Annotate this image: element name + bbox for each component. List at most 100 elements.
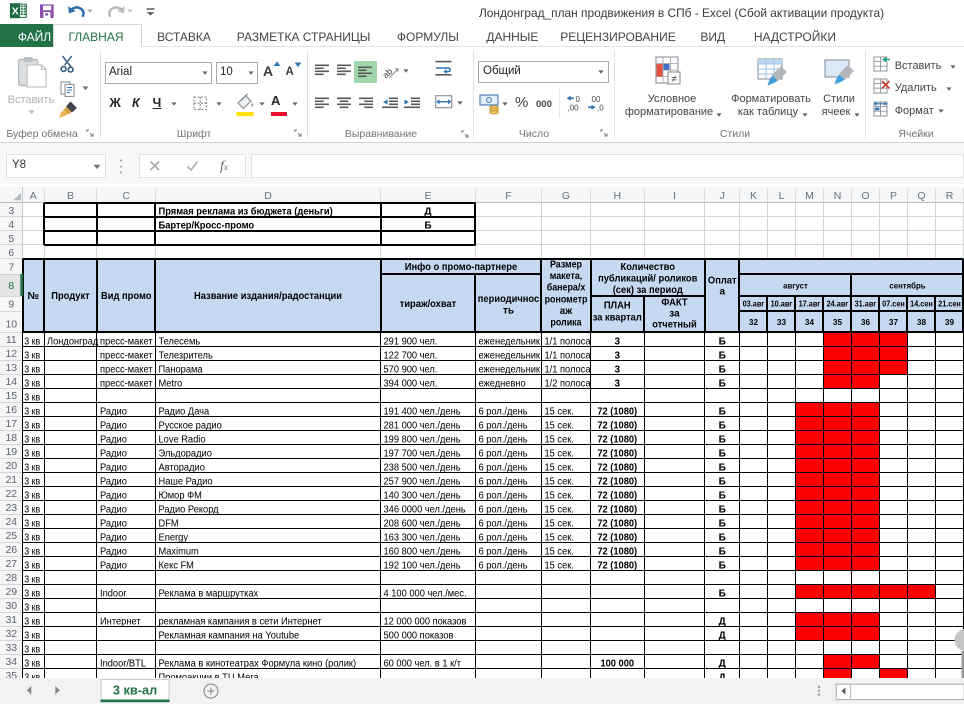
- svg-text:15 сек.: 15 сек.: [544, 504, 573, 515]
- svg-text:1/1 полоса: 1/1 полоса: [544, 364, 590, 375]
- svg-text:J: J: [720, 191, 725, 202]
- svg-text:03.авг: 03.авг: [743, 299, 765, 308]
- svg-text:22: 22: [5, 489, 17, 500]
- svg-text:3: 3: [614, 378, 620, 389]
- svg-text:Б: Б: [719, 434, 726, 445]
- svg-text:D: D: [264, 191, 272, 202]
- svg-text:199 800 чел./день: 199 800 чел./день: [384, 434, 461, 445]
- svg-text:17: 17: [5, 419, 17, 430]
- svg-text:140 300 чел./день: 140 300 чел./день: [384, 490, 461, 501]
- svg-text:ab: ab: [382, 66, 394, 80]
- svg-text:38: 38: [917, 318, 927, 327]
- svg-text:ежедневно: ежедневно: [479, 378, 527, 389]
- svg-text:Радио Дача: Радио Дача: [159, 406, 210, 417]
- svg-text:21: 21: [5, 475, 17, 486]
- svg-text:M: M: [805, 191, 814, 202]
- svg-text:238 500 чел./день: 238 500 чел./день: [384, 462, 461, 473]
- svg-text:15 сек.: 15 сек.: [544, 406, 573, 417]
- svg-text:Б: Б: [719, 546, 726, 557]
- svg-text:17.авг: 17.авг: [799, 299, 821, 308]
- svg-text:72 (1080): 72 (1080): [597, 546, 637, 557]
- svg-text:4: 4: [8, 220, 14, 231]
- svg-text:ФАКТ: ФАКТ: [661, 297, 687, 308]
- svg-text:Радио: Радио: [100, 518, 127, 529]
- svg-text:Реклама в кинотеатрах Формула: Реклама в кинотеатрах Формула кино (роли…: [159, 658, 357, 669]
- svg-text:за квартал: за квартал: [593, 312, 642, 323]
- svg-text:346 0000 чел./день: 346 0000 чел./день: [384, 504, 466, 515]
- svg-text:3: 3: [614, 350, 620, 361]
- svg-text:O: O: [861, 191, 869, 202]
- svg-text:Прямая реклама из бюджета (ден: Прямая реклама из бюджета (деньги): [159, 205, 333, 217]
- svg-text:Авторадио: Авторадио: [159, 462, 206, 473]
- svg-text:26: 26: [5, 545, 17, 556]
- svg-text:291 900 чел.: 291 900 чел.: [384, 336, 438, 347]
- svg-text:Кекс FM: Кекс FM: [159, 560, 194, 571]
- svg-text:37: 37: [889, 318, 899, 327]
- svg-text:6 рол./день: 6 рол./день: [479, 476, 528, 487]
- svg-text:K: K: [750, 191, 757, 202]
- svg-text:I: I: [673, 191, 676, 202]
- svg-text:Д: Д: [719, 616, 726, 627]
- svg-text:3 кв: 3 кв: [24, 448, 40, 459]
- svg-text:27: 27: [5, 559, 17, 570]
- svg-text:3 кв: 3 кв: [24, 644, 40, 655]
- svg-text:рекламная кампания в сети Инте: рекламная кампания в сети Интернет: [159, 616, 322, 627]
- svg-text:R: R: [946, 191, 954, 202]
- svg-text:24.авг: 24.авг: [827, 299, 849, 308]
- svg-text:33: 33: [777, 318, 787, 327]
- svg-text:3 кв: 3 кв: [24, 588, 40, 599]
- svg-text:6: 6: [8, 248, 14, 259]
- svg-text:,00: ,00: [568, 104, 580, 113]
- svg-text:Радио: Радио: [100, 462, 127, 473]
- svg-text:00: 00: [592, 95, 601, 104]
- svg-text:Интернет: Интернет: [100, 616, 141, 627]
- svg-text:Радио: Радио: [100, 448, 127, 459]
- svg-text:Д: Д: [719, 630, 726, 641]
- svg-text:3 кв: 3 кв: [24, 574, 40, 585]
- svg-text:Б: Б: [719, 420, 726, 431]
- svg-text:Д: Д: [424, 206, 431, 217]
- svg-text:192 100 чел./день: 192 100 чел./день: [384, 560, 461, 571]
- svg-text:пресс-макет: пресс-макет: [100, 378, 153, 389]
- svg-text:Вид промо: Вид промо: [101, 291, 151, 302]
- svg-text:208 600 чел./день: 208 600 чел./день: [384, 518, 461, 529]
- svg-text:3 кв: 3 кв: [24, 434, 40, 445]
- svg-text:31.авг: 31.авг: [855, 299, 877, 308]
- svg-text:пресс-макет: пресс-макет: [100, 336, 153, 347]
- svg-text:15 сек.: 15 сек.: [544, 490, 573, 501]
- svg-text:ПЛАН: ПЛАН: [604, 300, 631, 311]
- svg-text:Количество: Количество: [620, 262, 674, 273]
- svg-text:Love Radio: Love Radio: [159, 434, 206, 445]
- svg-text:периодичнос: периодичнос: [478, 294, 540, 305]
- svg-text:Радио: Радио: [100, 406, 127, 417]
- svg-text:3 кв: 3 кв: [24, 546, 40, 557]
- svg-text:3: 3: [614, 364, 620, 375]
- svg-text:07.сен: 07.сен: [882, 299, 905, 308]
- svg-text:13: 13: [5, 363, 17, 374]
- svg-text:500 000 показов: 500 000 показов: [384, 630, 454, 641]
- svg-text:N: N: [834, 191, 842, 202]
- svg-text:72 (1080): 72 (1080): [597, 448, 637, 459]
- svg-text:Радио: Радио: [100, 532, 127, 543]
- svg-text:(сек) за период: (сек) за период: [613, 285, 684, 296]
- svg-text:15 сек.: 15 сек.: [544, 476, 573, 487]
- svg-text:6 рол./день: 6 рол./день: [479, 448, 528, 459]
- svg-text:394 000 чел.: 394 000 чел.: [384, 378, 438, 389]
- svg-text:Панорама: Панорама: [159, 364, 204, 375]
- svg-text:Лондонград: Лондонград: [47, 336, 98, 347]
- svg-text:пресс-макет: пресс-макет: [100, 350, 153, 361]
- svg-text:6 рол./день: 6 рол./день: [479, 406, 528, 417]
- svg-text:15 сек.: 15 сек.: [544, 462, 573, 473]
- svg-text:15 сек.: 15 сек.: [544, 546, 573, 557]
- svg-text:6 рол./день: 6 рол./день: [479, 462, 528, 473]
- svg-text:257 900 чел./день: 257 900 чел./день: [384, 476, 461, 487]
- svg-text:Радио: Радио: [100, 490, 127, 501]
- svg-text:8: 8: [8, 281, 14, 292]
- svg-text:Б: Б: [719, 476, 726, 487]
- svg-text:18: 18: [5, 433, 17, 444]
- svg-text:Рекламная кампания на Youtube: Рекламная кампания на Youtube: [159, 630, 300, 641]
- svg-text:Д: Д: [719, 658, 726, 669]
- svg-text:12: 12: [5, 349, 17, 360]
- svg-text:24: 24: [5, 517, 17, 528]
- svg-text:6 рол./день: 6 рол./день: [479, 518, 528, 529]
